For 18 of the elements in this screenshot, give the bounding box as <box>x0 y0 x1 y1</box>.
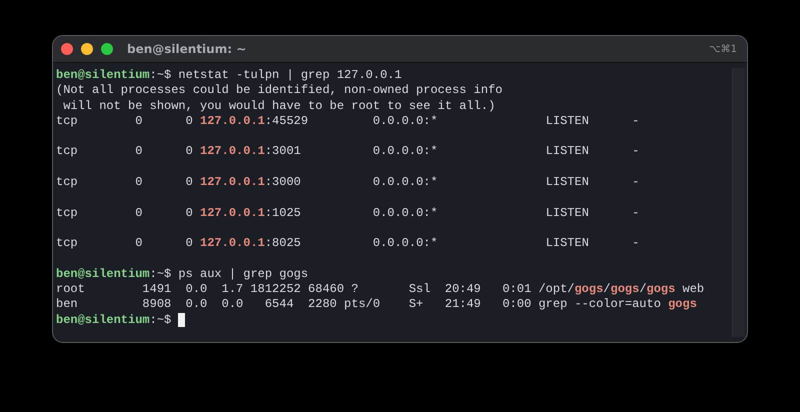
shortcut-label: ⌥⌘1 <box>709 44 737 54</box>
terminal-line: (Not all processes could be identified, non-owned process info <box>56 83 502 99</box>
terminal-line: ben 8908 0.0 0.0 6544 2280 pts/0 S+ 21:49 0:00 grep --color=auto gogs <box>56 297 697 313</box>
window-title: ben@silentium: ~ <box>127 42 246 56</box>
zoom-button[interactable] <box>101 43 113 55</box>
terminal-line: tcp 0 0 127.0.0.1:3000 0.0.0.0:* LISTEN - <box>56 175 640 190</box>
minimize-button[interactable] <box>81 43 93 55</box>
scrollbar-track[interactable] <box>732 68 745 337</box>
terminal-line: tcp 0 0 127.0.0.1:3001 0.0.0.0:* LISTEN - <box>56 144 640 160</box>
close-button[interactable] <box>61 43 73 55</box>
terminal-line: will not be shown, you would have to be root to see it all.) <box>62 98 496 114</box>
terminal-line: ben@silentium:~$ <box>56 312 172 328</box>
terminal-line: ben@silentium:~$ ps aux | grep gogs <box>56 266 308 282</box>
terminal-line: root 1491 0.0 1.7 1812252 68460 ? Ssl 20:49 0:01 /opt/gogs/gogs/gogs web <box>56 282 704 298</box>
terminal-line: tcp 0 0 127.0.0.1:45529 0.0.0.0:* LISTEN - <box>56 114 640 130</box>
terminal-line: ben@silentium:~$ netstat -tulpn | grep 127.0.0.1 <box>56 68 402 84</box>
terminal-line: tcp 0 0 127.0.0.1:1025 0.0.0.0:* LISTEN - <box>56 206 640 221</box>
terminal-line: tcp 0 0 127.0.0.1:8025 0.0.0.0:* LISTEN - <box>56 236 640 252</box>
